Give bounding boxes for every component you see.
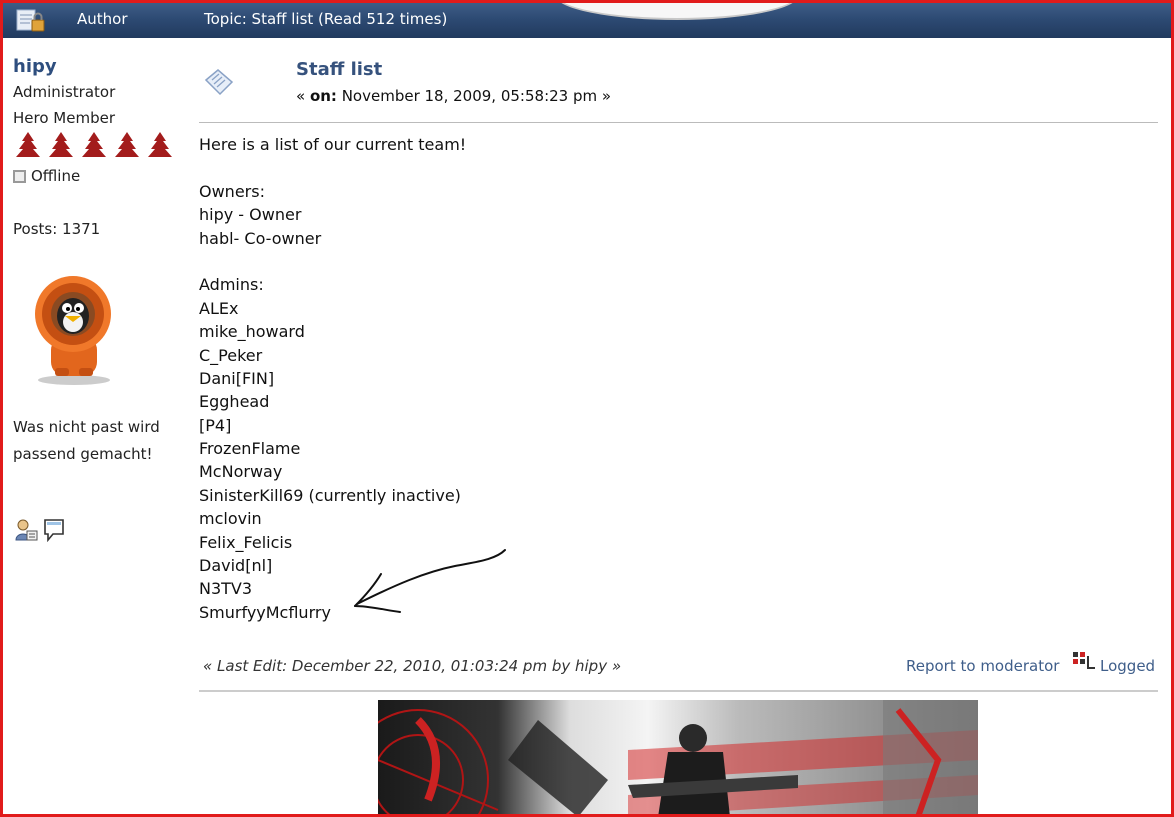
avatar: [35, 276, 111, 385]
signature-banner-graphic: [378, 700, 978, 817]
poster-personal-text: Was nicht past wird passend gemacht!: [13, 414, 183, 468]
post-header-divider: [199, 122, 1158, 123]
post-body-line: FrozenFlame: [199, 439, 301, 459]
post-body-line: Dani[FIN]: [199, 368, 275, 388]
post-xx-icon: [204, 69, 234, 96]
post-body-line: Here is a list of our current team!: [199, 135, 467, 154]
post-date: « on: November 18, 2009, 05:58:23 pm »: [296, 87, 611, 105]
header-decoration: [555, 0, 799, 20]
post-body-line: mike_howard: [199, 322, 305, 342]
post-body-line: C_Peker: [199, 345, 263, 365]
post-body-line: [P4]: [199, 415, 232, 435]
post-body-line: mclovin: [199, 509, 262, 529]
offline-icon: [13, 169, 26, 183]
rank-tree-icon: [49, 132, 73, 157]
post-body-line: Egghead: [199, 392, 270, 412]
rank-tree-icon: [115, 132, 139, 157]
report-to-moderator-link[interactable]: Report to moderator: [906, 657, 1059, 675]
post-body-line: Admins:: [199, 275, 264, 295]
locked-topic-icon: [16, 9, 45, 32]
ip-logged-icon: [1073, 652, 1095, 669]
signature-divider: [199, 690, 1158, 692]
personal-text-line: passend gemacht!: [13, 445, 153, 463]
post-body-line: ALEx: [199, 298, 239, 318]
rank-tree-icon: [82, 132, 106, 157]
post-body-line: habl- Co-owner: [199, 228, 322, 248]
post-body-line: SinisterKill69 (currently inactive): [199, 485, 461, 505]
online-status: Offline: [13, 167, 80, 185]
signature-banner-image: [378, 700, 978, 817]
topic-header-bar: Author Topic: Staff list (Read 512 times…: [0, 0, 1174, 38]
rank-stars: [13, 130, 175, 160]
post-body-line: [199, 250, 466, 273]
hand-drawn-arrow-annotation: [354, 549, 506, 613]
poster-group: Administrator: [13, 83, 116, 101]
post-body-line: hipy - Owner: [199, 205, 302, 225]
personal-message-icon[interactable]: [43, 518, 65, 542]
date-prefix: «: [296, 87, 310, 105]
date-value: November 18, 2009, 05:58:23 pm »: [336, 87, 612, 105]
post-count: Posts: 1371: [13, 220, 101, 238]
post-subject-link[interactable]: Staff list: [296, 59, 382, 80]
topic-title: Topic: Staff list (Read 512 times): [204, 10, 448, 28]
personal-text-line: Was nicht past wird: [13, 418, 160, 436]
profile-icon[interactable]: [14, 518, 38, 542]
post-body-line: Owners:: [199, 181, 265, 201]
post-body-line: [199, 156, 466, 179]
author-column-label: Author: [77, 10, 128, 28]
logged-label: Logged: [1100, 657, 1156, 675]
poster-username-link[interactable]: hipy: [13, 56, 57, 77]
date-on-label: on:: [309, 87, 337, 105]
rank-tree-icon: [16, 132, 40, 157]
post-body-line: McNorway: [199, 462, 283, 482]
status-label: Offline: [31, 167, 81, 185]
rank-tree-icon: [148, 132, 172, 157]
last-edit-info: « Last Edit: December 22, 2010, 01:03:24…: [203, 657, 622, 675]
poster-rank: Hero Member: [13, 109, 115, 127]
